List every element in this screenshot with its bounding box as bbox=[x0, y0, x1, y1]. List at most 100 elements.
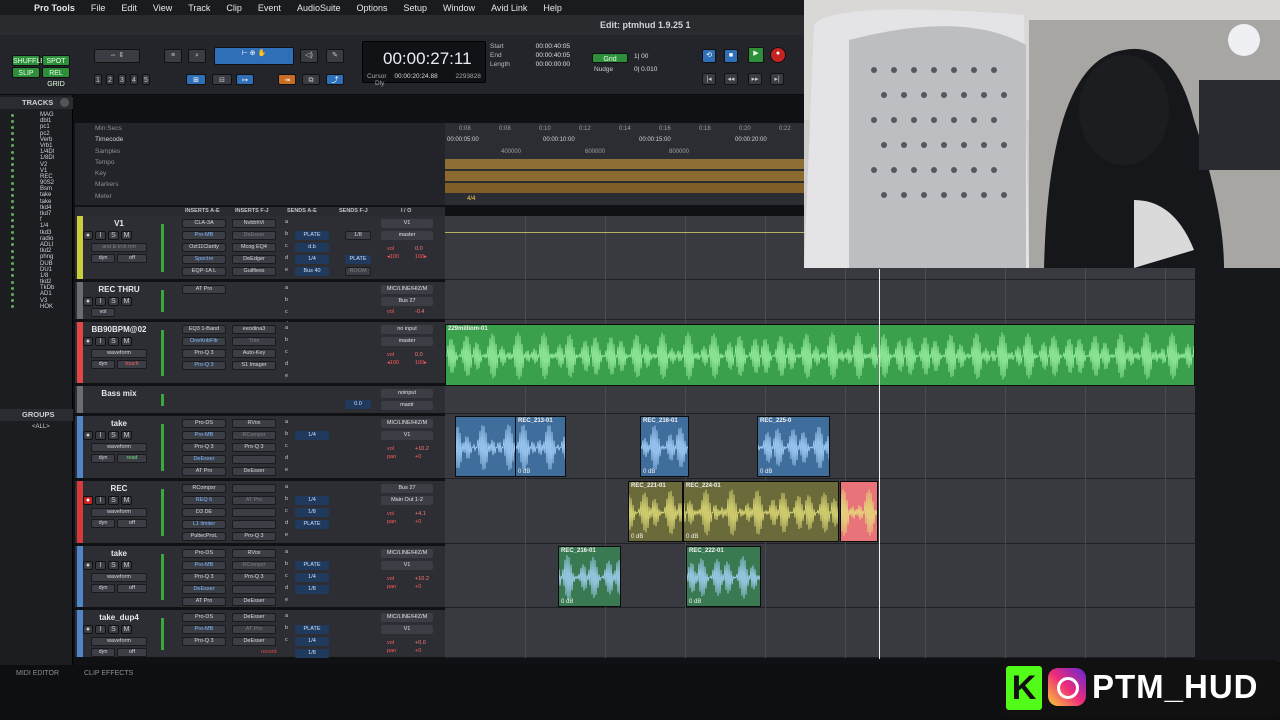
insert-slot-a[interactable]: Pro-Q 3 bbox=[182, 573, 226, 582]
timeline-lane[interactable] bbox=[445, 282, 1195, 320]
send-slot-letter[interactable]: e bbox=[285, 467, 288, 473]
mute-button[interactable]: M bbox=[121, 496, 132, 505]
menu-view[interactable]: View bbox=[145, 3, 180, 13]
insert-slot-a[interactable]: EQ3 1-Band bbox=[182, 325, 226, 334]
track-row[interactable]: Bass mix 0.0 noinput mastr bbox=[75, 386, 445, 414]
send-slot-letter[interactable]: c bbox=[285, 243, 288, 249]
zoom-preset-1[interactable]: 1 bbox=[94, 74, 102, 85]
insert-slot-f[interactable] bbox=[232, 484, 276, 493]
menu-options[interactable]: Options bbox=[348, 3, 395, 13]
track-selection-icon[interactable]: ⊟ bbox=[212, 74, 232, 85]
input-monitor-button[interactable]: I bbox=[95, 431, 106, 440]
insert-slot-a[interactable]: Pro-MB bbox=[182, 431, 226, 440]
output-selector[interactable]: master bbox=[381, 337, 433, 346]
clip-gain[interactable]: 0 dB bbox=[631, 534, 643, 540]
menu-edit[interactable]: Edit bbox=[113, 3, 145, 13]
input-selector[interactable]: V1 bbox=[381, 219, 433, 228]
send-slot-letter[interactable]: d bbox=[285, 455, 288, 461]
track-row[interactable]: take I S M ● waveform dyn read Pro-DS Pro-MB Pro-Q… bbox=[75, 416, 445, 479]
mute-button[interactable]: M bbox=[121, 337, 132, 346]
volume-value[interactable]: +4.1 bbox=[415, 511, 426, 517]
rtz-icon[interactable]: |◂ bbox=[702, 73, 716, 85]
clip-gain[interactable]: 0 dB bbox=[518, 469, 530, 475]
insert-slot-a[interactable]: Pro-Q 3 bbox=[182, 637, 226, 646]
track-view-selector[interactable]: waveform bbox=[91, 349, 147, 358]
zoomer-tool-icon[interactable]: ⌕ bbox=[188, 49, 206, 63]
pencil-tool-icon[interactable]: ✎ bbox=[326, 49, 344, 63]
loop-icon[interactable]: ⟲ bbox=[702, 49, 716, 63]
mode-slip-button[interactable]: SLIP bbox=[12, 67, 40, 78]
mute-button[interactable]: M bbox=[121, 297, 132, 306]
input-selector[interactable]: no input bbox=[381, 325, 433, 334]
insert-slot-f[interactable]: DeEsser bbox=[232, 637, 276, 646]
send-slot-letter[interactable]: a bbox=[285, 219, 288, 225]
send-assignment[interactable]: 1/4 bbox=[295, 573, 329, 582]
volume-automation-line[interactable] bbox=[445, 232, 805, 233]
send-slot-letter[interactable]: a bbox=[285, 419, 288, 425]
automation-mode-selector[interactable]: off bbox=[117, 254, 147, 263]
send-slot-letter[interactable]: c bbox=[285, 573, 288, 579]
track-name[interactable]: take bbox=[88, 549, 150, 558]
grid-value[interactable]: 1| 00 bbox=[634, 53, 648, 60]
record-icon[interactable]: ● bbox=[770, 47, 786, 63]
pan-value[interactable]: 100▸ bbox=[415, 254, 427, 260]
insert-slot-f[interactable]: eeodina3 bbox=[232, 325, 276, 334]
automation-mode-selector[interactable]: off bbox=[117, 584, 147, 593]
audio-clip[interactable]: REC_216-01 0 dB bbox=[558, 546, 621, 607]
automation-mode-selector[interactable]: off bbox=[117, 648, 147, 657]
insert-slot-a[interactable]: Ozt11Clarity bbox=[182, 243, 226, 252]
tab-transients-icon[interactable]: ⇥ bbox=[278, 74, 296, 85]
record-arm-icon[interactable]: ● bbox=[83, 337, 93, 346]
edit-tools-group[interactable]: ⊢ ⊕ ✋ bbox=[214, 47, 294, 65]
mode-grid-button[interactable]: REL GRID bbox=[42, 67, 70, 88]
insert-slot-a[interactable]: AT Pro bbox=[182, 467, 226, 476]
nudge-value[interactable]: 0| 0.010 bbox=[634, 66, 657, 73]
tracks-menu-icon[interactable] bbox=[60, 98, 69, 107]
zoom-preset-4[interactable]: 4 bbox=[130, 74, 138, 85]
output-selector[interactable]: V1 bbox=[381, 431, 433, 440]
pan-value[interactable]: 100▸ bbox=[415, 360, 427, 366]
track-row[interactable]: take I S M ● waveform dyn off Pro-DS Pro-MB Pro-Q … bbox=[75, 546, 445, 608]
send-slot-letter[interactable]: c bbox=[285, 508, 288, 514]
insert-slot-a[interactable]: DeEsser bbox=[182, 585, 226, 594]
send-slot-letter[interactable]: b bbox=[285, 431, 288, 437]
input-selector[interactable]: noinput bbox=[381, 389, 433, 398]
send-assignment[interactable]: 1/4 bbox=[295, 431, 329, 440]
insert-slot-a[interactable]: Pro-MB bbox=[182, 231, 226, 240]
audio-clip[interactable] bbox=[455, 416, 517, 477]
track-row[interactable]: take_dup4 I S M ● waveform dyn off Pro-DS Pro-MB P… bbox=[75, 610, 445, 658]
mute-button[interactable]: M bbox=[121, 625, 132, 634]
menu-audiosuite[interactable]: AudioSuite bbox=[289, 3, 349, 13]
clip-gain[interactable]: 0 dB bbox=[643, 469, 655, 475]
ruler-key[interactable]: Key bbox=[75, 168, 445, 179]
automation-mode-selector[interactable]: read bbox=[117, 454, 147, 463]
insert-slot-f[interactable]: AT Pro bbox=[232, 496, 276, 505]
tab-midi-editor[interactable]: MIDI EDITOR bbox=[16, 670, 59, 677]
send-slot-letter[interactable]: a bbox=[285, 549, 288, 555]
audio-clip[interactable]: REC_213-01 0 dB bbox=[515, 416, 566, 477]
solo-button[interactable]: S bbox=[108, 297, 119, 306]
send-fj-assignment[interactable]: 1/8 bbox=[345, 231, 371, 240]
send-assignment[interactable]: PLATE bbox=[295, 561, 329, 570]
input-selector[interactable]: Bus 27 bbox=[381, 484, 433, 493]
record-arm-icon[interactable]: ● bbox=[83, 431, 93, 440]
input-selector[interactable]: MIC/LINE/HIZ/M bbox=[381, 613, 433, 622]
insert-slot-a[interactable]: Pro-DS bbox=[182, 549, 226, 558]
insert-slot-f[interactable]: NvbbhVi bbox=[232, 219, 276, 228]
ruler-minsecs[interactable]: Min:Secs bbox=[75, 123, 445, 134]
insert-slot-f[interactable]: DeEsser bbox=[232, 231, 276, 240]
send-fj-room[interactable]: ROOM bbox=[345, 267, 371, 276]
insert-slot-a[interactable]: Pro-MB bbox=[182, 625, 226, 634]
output-selector[interactable]: Bus 27 bbox=[381, 297, 433, 306]
insert-slot-f[interactable]: S1 Imager bbox=[232, 361, 276, 370]
record-arm-icon[interactable]: ● bbox=[83, 561, 93, 570]
col-io[interactable]: I / O bbox=[401, 208, 411, 214]
insert-slot-a[interactable]: Spectre bbox=[182, 255, 226, 264]
menu-window[interactable]: Window bbox=[435, 3, 483, 13]
insert-slot-f[interactable]: Pro-Q 3 bbox=[232, 573, 276, 582]
insert-slot-f[interactable]: AT Pro bbox=[232, 625, 276, 634]
send-slot-letter[interactable]: c bbox=[285, 349, 288, 355]
solo-button[interactable]: S bbox=[108, 231, 119, 240]
playhead-cursor[interactable] bbox=[879, 269, 880, 659]
track-view-selector[interactable]: waveform bbox=[91, 508, 147, 517]
